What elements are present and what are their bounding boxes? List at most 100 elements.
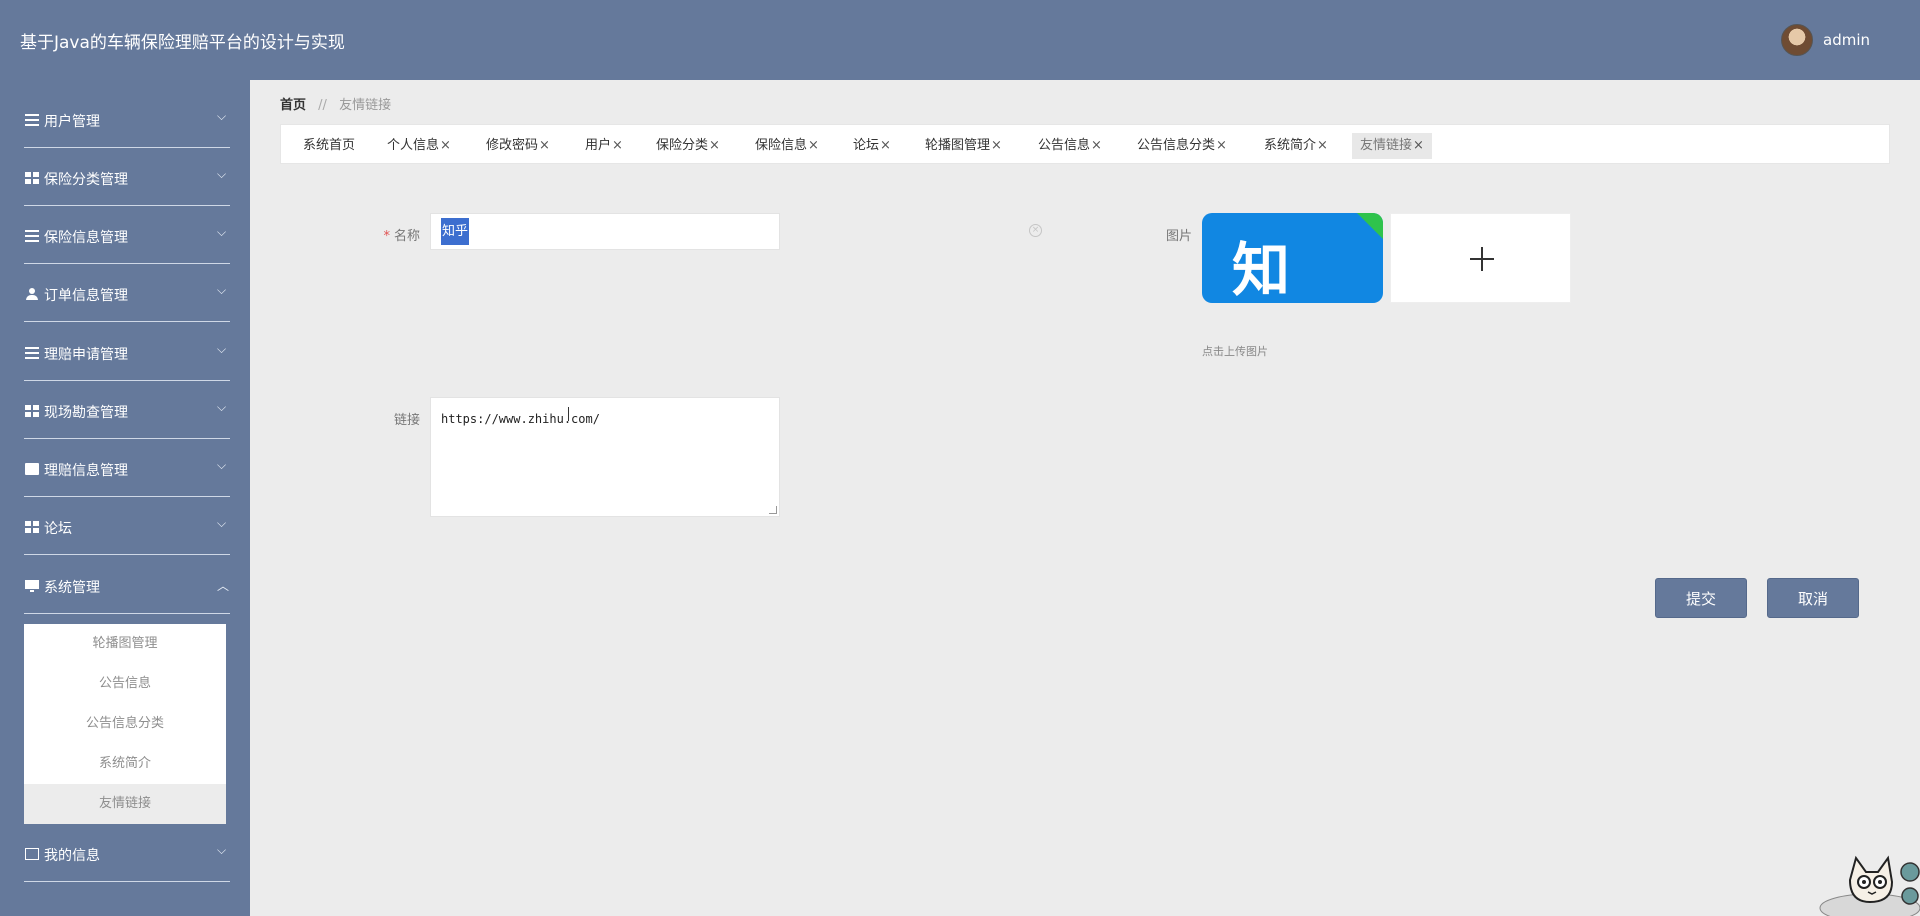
monitor-icon — [25, 580, 39, 592]
tab-label: 友情链接 — [1360, 138, 1413, 153]
close-icon[interactable]: × — [991, 138, 1002, 153]
tab-label: 个人信息 — [387, 138, 440, 153]
sidebar-item-site-survey[interactable]: 现场勘查管理 ⌵ — [0, 381, 250, 439]
app-title: 基于Java的车辆保险理赔平台的设计与实现 — [20, 33, 345, 53]
tab-system-intro[interactable]: 系统简介× — [1256, 133, 1336, 159]
chevron-down-icon: ⌵ — [217, 400, 227, 414]
name-input-value: 知乎 — [441, 218, 470, 245]
list-icon — [25, 347, 39, 359]
user-menu[interactable]: admin — [1781, 24, 1870, 56]
divider — [24, 554, 230, 555]
tab-label: 保险信息 — [755, 138, 808, 153]
tab-friend-links[interactable]: 友情链接× — [1352, 133, 1432, 159]
grid-icon — [25, 172, 39, 184]
upload-hint: 点击上传图片 — [1202, 345, 1268, 358]
sidebar: 用户管理 ⌵ 保险分类管理 ⌵ 保险信息管理 ⌵ 订单信息管理 ⌵ 理赔申请管理… — [0, 80, 250, 916]
breadcrumb-home[interactable]: 首页 — [280, 98, 306, 113]
user-name[interactable]: admin — [1823, 31, 1870, 49]
tab-system-home[interactable]: 系统首页 — [295, 133, 363, 159]
person-icon — [25, 288, 39, 300]
submenu-item-friend-links[interactable]: 友情链接 — [24, 784, 226, 824]
required-mark: * — [383, 229, 390, 244]
tab-label: 公告信息 — [1038, 138, 1091, 153]
sidebar-item-label: 我的信息 — [44, 848, 100, 864]
sidebar-item-claim-application[interactable]: 理赔申请管理 ⌵ — [0, 323, 250, 381]
sidebar-item-label: 订单信息管理 — [44, 288, 128, 304]
sidebar-item-system-management[interactable]: 系统管理 ︿ — [0, 556, 250, 614]
tab-change-password[interactable]: 修改密码× — [478, 133, 558, 159]
breadcrumb-current: 友情链接 — [339, 98, 392, 113]
tab-label: 保险分类 — [656, 138, 709, 153]
sidebar-item-label: 理赔申请管理 — [44, 347, 128, 363]
close-icon[interactable]: × — [539, 138, 550, 153]
link-label: 链接 — [393, 413, 420, 428]
tab-label: 系统首页 — [303, 138, 356, 153]
sidebar-item-label: 用户管理 — [44, 114, 100, 130]
tab-notice[interactable]: 公告信息× — [1030, 133, 1110, 159]
submenu-item-system-intro[interactable]: 系统简介 — [24, 744, 226, 784]
submenu-item-carousel[interactable]: 轮播图管理 — [24, 624, 226, 664]
sidebar-item-insurance-category[interactable]: 保险分类管理 ⌵ — [0, 148, 250, 206]
tab-carousel[interactable]: 轮播图管理× — [917, 133, 1010, 159]
close-icon[interactable]: × — [612, 138, 623, 153]
submenu-item-notice-category[interactable]: 公告信息分类 — [24, 704, 226, 744]
zhihu-logo-icon: 知 — [1232, 236, 1293, 303]
close-icon[interactable]: × — [1216, 138, 1227, 153]
grid-icon — [25, 405, 39, 417]
sliders-icon — [25, 230, 39, 242]
link-textarea[interactable]: https://www.zhihu.com/ — [430, 397, 780, 517]
link-textarea-value: https://www.zhihu.com/ — [441, 412, 600, 426]
tab-insurance-category[interactable]: 保险分类× — [648, 133, 728, 159]
image-status-corner — [1357, 213, 1383, 239]
chevron-down-icon: ⌵ — [217, 167, 227, 181]
tab-bar: 系统首页 个人信息× 修改密码× 用户× 保险分类× 保险信息× 论坛× 轮播图… — [280, 124, 1890, 164]
text-cursor-icon — [568, 407, 576, 421]
clipboard-icon — [25, 463, 39, 475]
list-icon — [25, 114, 39, 126]
card-icon — [25, 848, 39, 860]
tab-personal-info[interactable]: 个人信息× — [379, 133, 459, 159]
sidebar-item-label: 理赔信息管理 — [44, 463, 128, 479]
sidebar-item-label: 现场勘查管理 — [44, 405, 128, 421]
name-input[interactable]: 知乎 — [430, 213, 780, 250]
chevron-down-icon: ⌵ — [217, 283, 227, 297]
sidebar-item-label: 保险信息管理 — [44, 230, 128, 246]
submit-button[interactable]: 提交 — [1655, 578, 1747, 618]
sidebar-item-user-management[interactable]: 用户管理 ⌵ — [0, 90, 250, 148]
chevron-down-icon: ⌵ — [217, 843, 227, 857]
uploaded-image[interactable]: 知 — [1202, 213, 1383, 303]
breadcrumb: 首页 // 友情链接 — [280, 94, 391, 113]
mascot-cat-icon[interactable] — [1806, 850, 1920, 916]
close-icon[interactable]: × — [1091, 138, 1102, 153]
tab-forum[interactable]: 论坛× — [845, 133, 899, 159]
tab-notice-category[interactable]: 公告信息分类× — [1129, 133, 1235, 159]
tab-insurance-info[interactable]: 保险信息× — [747, 133, 827, 159]
resize-handle[interactable] — [769, 506, 777, 514]
sidebar-item-claim-info[interactable]: 理赔信息管理 ⌵ — [0, 439, 250, 497]
close-icon[interactable]: × — [880, 138, 891, 153]
divider — [24, 881, 230, 882]
sidebar-item-order-info[interactable]: 订单信息管理 ⌵ — [0, 264, 250, 322]
name-label-text: 名称 — [393, 229, 420, 244]
tab-label: 用户 — [585, 138, 612, 153]
tab-label: 系统简介 — [1264, 138, 1317, 153]
tab-label: 论坛 — [853, 138, 880, 153]
close-icon[interactable]: × — [1317, 138, 1328, 153]
tab-users[interactable]: 用户× — [577, 133, 631, 159]
clear-icon[interactable]: × — [1029, 224, 1042, 237]
system-submenu: 轮播图管理 公告信息 公告信息分类 系统简介 友情链接 — [24, 624, 226, 824]
close-icon[interactable]: × — [1413, 138, 1424, 153]
upload-button[interactable] — [1390, 213, 1571, 303]
plus-icon-vertical — [1481, 247, 1483, 271]
close-icon[interactable]: × — [709, 138, 720, 153]
sidebar-item-insurance-info[interactable]: 保险信息管理 ⌵ — [0, 206, 250, 264]
avatar[interactable] — [1781, 24, 1813, 56]
close-icon[interactable]: × — [440, 138, 451, 153]
chevron-up-icon: ︿ — [217, 579, 230, 593]
close-icon[interactable]: × — [808, 138, 819, 153]
submenu-item-notice[interactable]: 公告信息 — [24, 664, 226, 704]
sidebar-item-forum[interactable]: 论坛 ⌵ — [0, 497, 250, 555]
sidebar-item-my-info[interactable]: 我的信息 ⌵ — [0, 824, 250, 882]
divider — [24, 613, 230, 614]
cancel-button[interactable]: 取消 — [1767, 578, 1859, 618]
